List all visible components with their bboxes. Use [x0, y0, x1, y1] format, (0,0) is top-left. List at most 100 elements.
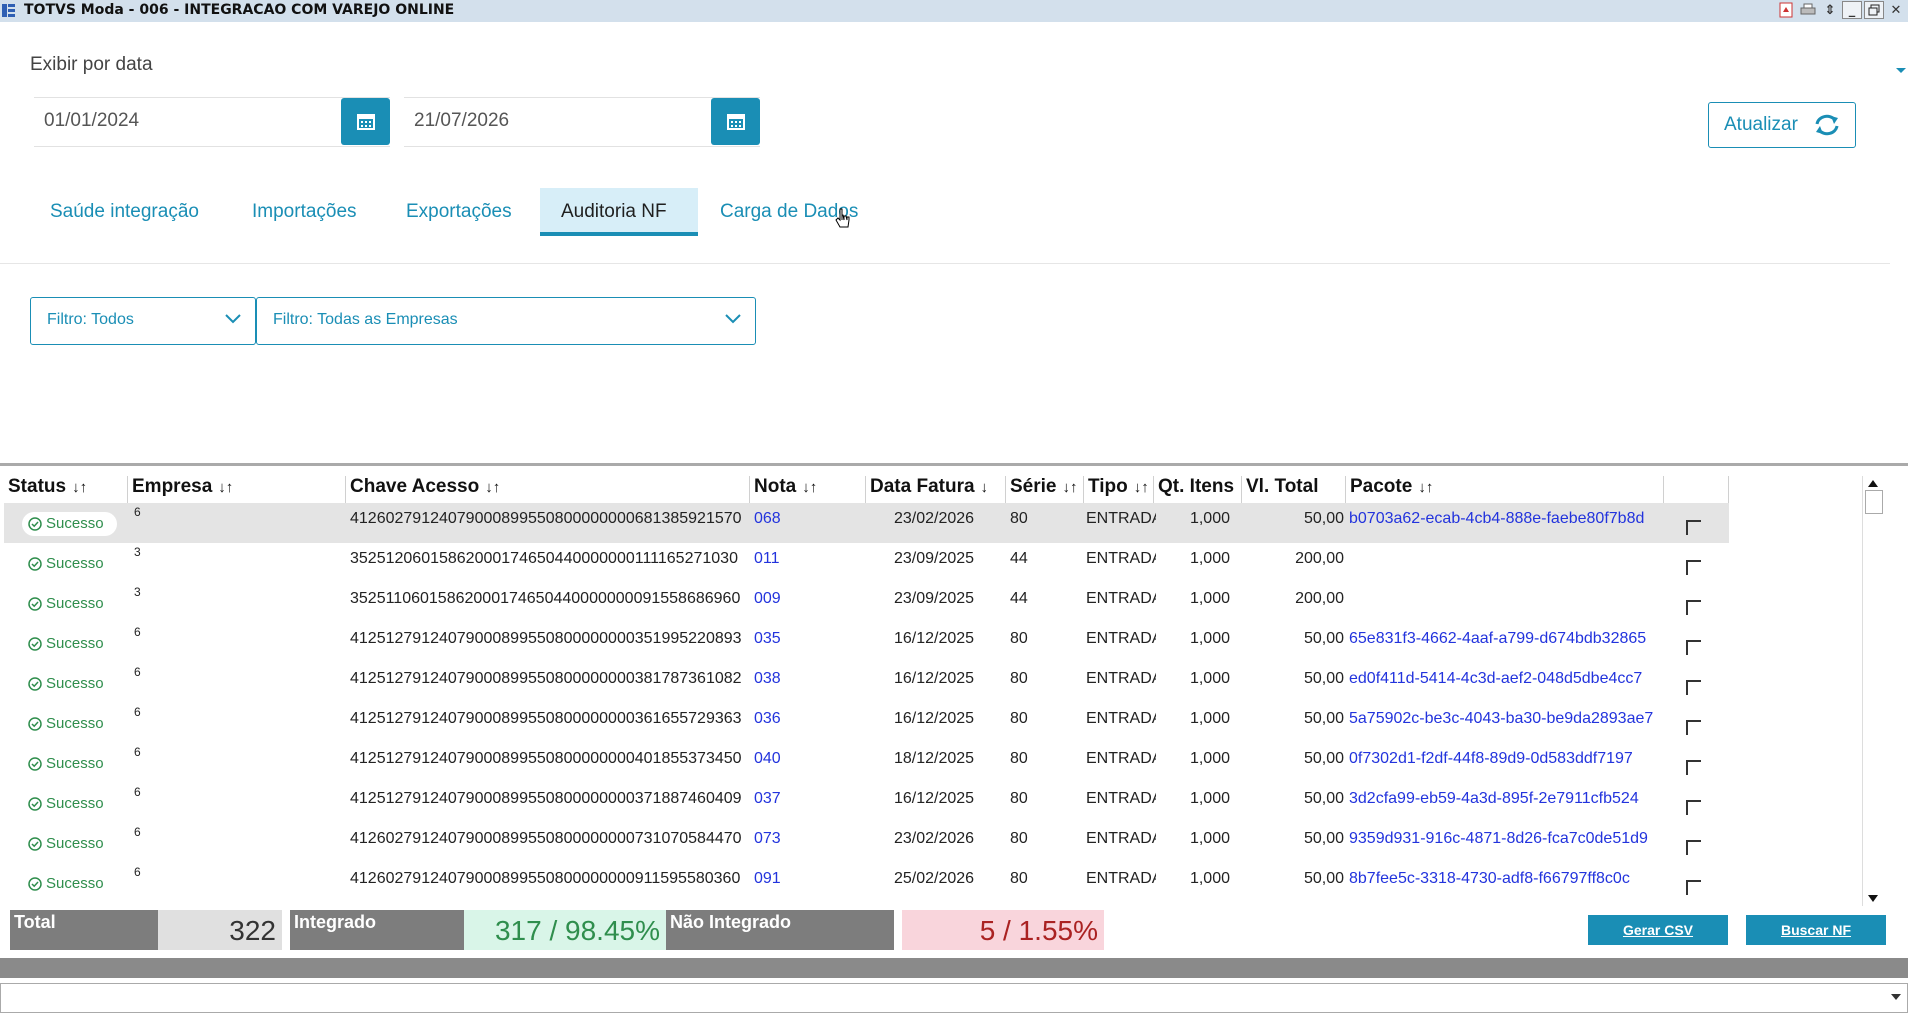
start-date-field[interactable]: 01/01/2024 [34, 97, 390, 147]
nota-link[interactable]: 035 [754, 630, 781, 648]
nota-link[interactable]: 068 [754, 510, 781, 528]
row-checkbox[interactable] [1686, 680, 1701, 695]
col-serie[interactable]: Série ↓↑ [1006, 476, 1084, 503]
table-row[interactable]: Sucesso 6 41260279124079000899550800000000… [4, 863, 1729, 903]
chave-acesso-cell: 4125127912407900089955080000000036165572… [350, 710, 742, 727]
pacote-link[interactable]: 5a75902c-be3c-4043-ba30-be9da2893ae7 [1349, 710, 1663, 728]
pacote-link[interactable]: ed0f411d-5414-4c3d-aef2-048d5dbe4cc7 [1349, 670, 1663, 688]
status-badge: Sucesso [22, 552, 117, 576]
gerar-csv-button[interactable]: Gerar CSV [1588, 915, 1728, 945]
mouse-cursor-icon [835, 208, 850, 228]
nota-link[interactable]: 037 [754, 790, 781, 808]
qt-itens-cell: 1,000 [1189, 670, 1230, 687]
minimize-button[interactable]: _ [1842, 1, 1862, 19]
row-checkbox[interactable] [1686, 760, 1701, 775]
row-checkbox[interactable] [1686, 720, 1701, 735]
atualizar-button[interactable]: Atualizar [1708, 102, 1856, 148]
chevron-down-icon [225, 314, 241, 324]
row-checkbox[interactable] [1686, 600, 1701, 615]
col-chave-acesso[interactable]: Chave Acesso ↓↑ [346, 476, 750, 503]
nota-link[interactable]: 009 [754, 590, 781, 608]
serie-cell: 44 [1010, 550, 1028, 567]
table-row[interactable]: Sucesso 6 41251279124079000899550800000000… [4, 703, 1729, 743]
pacote-link[interactable]: 3d2cfa99-eb59-4a3d-895f-2e7911cfb524 [1349, 790, 1663, 808]
row-checkbox[interactable] [1686, 560, 1701, 575]
check-circle-icon [28, 557, 42, 571]
scroll-thumb[interactable] [1865, 490, 1883, 514]
atualizar-label: Atualizar [1724, 114, 1798, 135]
col-vl-total[interactable]: Vl. Total [1242, 476, 1346, 503]
nota-link[interactable]: 091 [754, 870, 781, 888]
serie-cell: 44 [1010, 590, 1028, 607]
close-button[interactable]: ✕ [1886, 1, 1906, 19]
serie-cell: 80 [1010, 710, 1028, 727]
table-row[interactable]: Sucesso 6 41260279124079000899550800000000… [4, 823, 1729, 863]
table-row[interactable]: Sucesso 6 41260279124079000899550800000000… [4, 503, 1729, 543]
row-checkbox[interactable] [1686, 640, 1701, 655]
nota-link[interactable]: 011 [754, 550, 780, 568]
scroll-up-icon[interactable] [1868, 480, 1878, 487]
data-fatura-cell: 16/12/2025 [894, 790, 975, 807]
pacote-link[interactable]: 9359d931-916c-4871-8d26-fca7c0de51d9 [1349, 830, 1663, 848]
tab-importacoes[interactable]: Importações [236, 188, 388, 236]
print-icon[interactable] [1798, 1, 1818, 19]
start-date-calendar-button[interactable] [341, 98, 390, 145]
chevron-down-icon[interactable] [1891, 994, 1901, 1000]
pacote-link[interactable]: 0f7302d1-f2df-44f8-89d9-0d583ddf7197 [1349, 750, 1663, 768]
end-date-calendar-button[interactable] [711, 98, 760, 145]
end-date-field[interactable]: 21/07/2026 [404, 97, 760, 147]
col-nota[interactable]: Nota ↓↑ [750, 476, 866, 503]
scroll-down-icon[interactable] [1868, 895, 1878, 902]
col-status[interactable]: Status ↓↑ [4, 476, 128, 503]
row-checkbox[interactable] [1686, 800, 1701, 815]
qt-itens-cell: 1,000 [1189, 790, 1230, 807]
nota-link[interactable]: 036 [754, 710, 781, 728]
buscar-nf-button[interactable]: Buscar NF [1746, 915, 1886, 945]
data-fatura-cell: 23/09/2025 [894, 550, 975, 567]
status-text: Sucesso [46, 595, 104, 612]
start-date-value: 01/01/2024 [44, 110, 140, 131]
pdf-icon[interactable] [1776, 1, 1796, 19]
row-checkbox[interactable] [1686, 880, 1701, 895]
nota-link[interactable]: 073 [754, 830, 781, 848]
chave-acesso-cell: 4125127912407900089955080000000040185537… [350, 750, 742, 767]
empresa-filter-dropdown[interactable]: Filtro: Todas as Empresas [256, 297, 756, 345]
table-row[interactable]: Sucesso 3 35251206015862000174650440000000… [4, 543, 1729, 583]
empresa-cell: 6 [134, 705, 141, 719]
nao-integrado-value: 5 / 1.55% [979, 915, 1098, 946]
tab-carga-de-dados[interactable]: Carga de Dados [702, 188, 880, 236]
col-qt-itens[interactable]: Qt. Itens [1154, 476, 1242, 503]
pacote-link[interactable]: 8b7fee5c-3318-4730-adf8-f66797ff8c0c [1349, 870, 1663, 888]
table-row[interactable]: Sucesso 6 41251279124079000899550800000000… [4, 743, 1729, 783]
pacote-link[interactable]: b0703a62-ecab-4cb4-888e-faebe80f7b8d [1349, 510, 1663, 528]
empresa-cell: 6 [134, 505, 141, 519]
restore-button[interactable] [1864, 1, 1884, 19]
tab-auditoria-nf[interactable]: Auditoria NF [540, 188, 698, 236]
tipo-cell: ENTRADA [1086, 870, 1156, 887]
col-empresa[interactable]: Empresa ↓↑ [128, 476, 346, 503]
row-checkbox[interactable] [1686, 840, 1701, 855]
col-pacote[interactable]: Pacote ↓↑ [1346, 476, 1664, 503]
col-tipo[interactable]: Tipo ↓↑ [1084, 476, 1154, 503]
nao-integrado-label-box: Não Integrado [666, 910, 894, 950]
status-filter-dropdown[interactable]: Filtro: Todos [30, 297, 256, 345]
table-row[interactable]: Sucesso 6 41251279124079000899550800000000… [4, 623, 1729, 663]
table-row[interactable]: Sucesso 6 41251279124079000899550800000000… [4, 663, 1729, 703]
table-row[interactable]: Sucesso 3 35251106015862000174650440000000… [4, 583, 1729, 623]
tab-exportacoes[interactable]: Exportações [392, 188, 540, 236]
row-checkbox[interactable] [1686, 520, 1701, 535]
caret-down-icon[interactable] [1896, 68, 1906, 73]
nota-link[interactable]: 040 [754, 750, 781, 768]
chave-acesso-cell: 4125127912407900089955080000000035199522… [350, 630, 742, 647]
qt-itens-cell: 1,000 [1189, 550, 1230, 567]
qt-itens-cell: 1,000 [1189, 630, 1230, 647]
tab-saude-integracao[interactable]: Saúde integração [30, 188, 232, 236]
nota-link[interactable]: 038 [754, 670, 781, 688]
col-data-fatura[interactable]: Data Fatura ↓ [866, 476, 1006, 503]
tipo-cell: ENTRADA [1086, 710, 1156, 727]
scroll-arrows-icon[interactable]: ⇕ [1820, 1, 1840, 19]
pacote-link[interactable]: 65e831f3-4662-4aaf-a799-d674bdb32865 [1349, 630, 1663, 648]
table-row[interactable]: Sucesso 6 41251279124079000899550800000000… [4, 783, 1729, 823]
integrado-label-box: Integrado [290, 910, 464, 950]
grid-vertical-scrollbar[interactable] [1862, 476, 1883, 906]
